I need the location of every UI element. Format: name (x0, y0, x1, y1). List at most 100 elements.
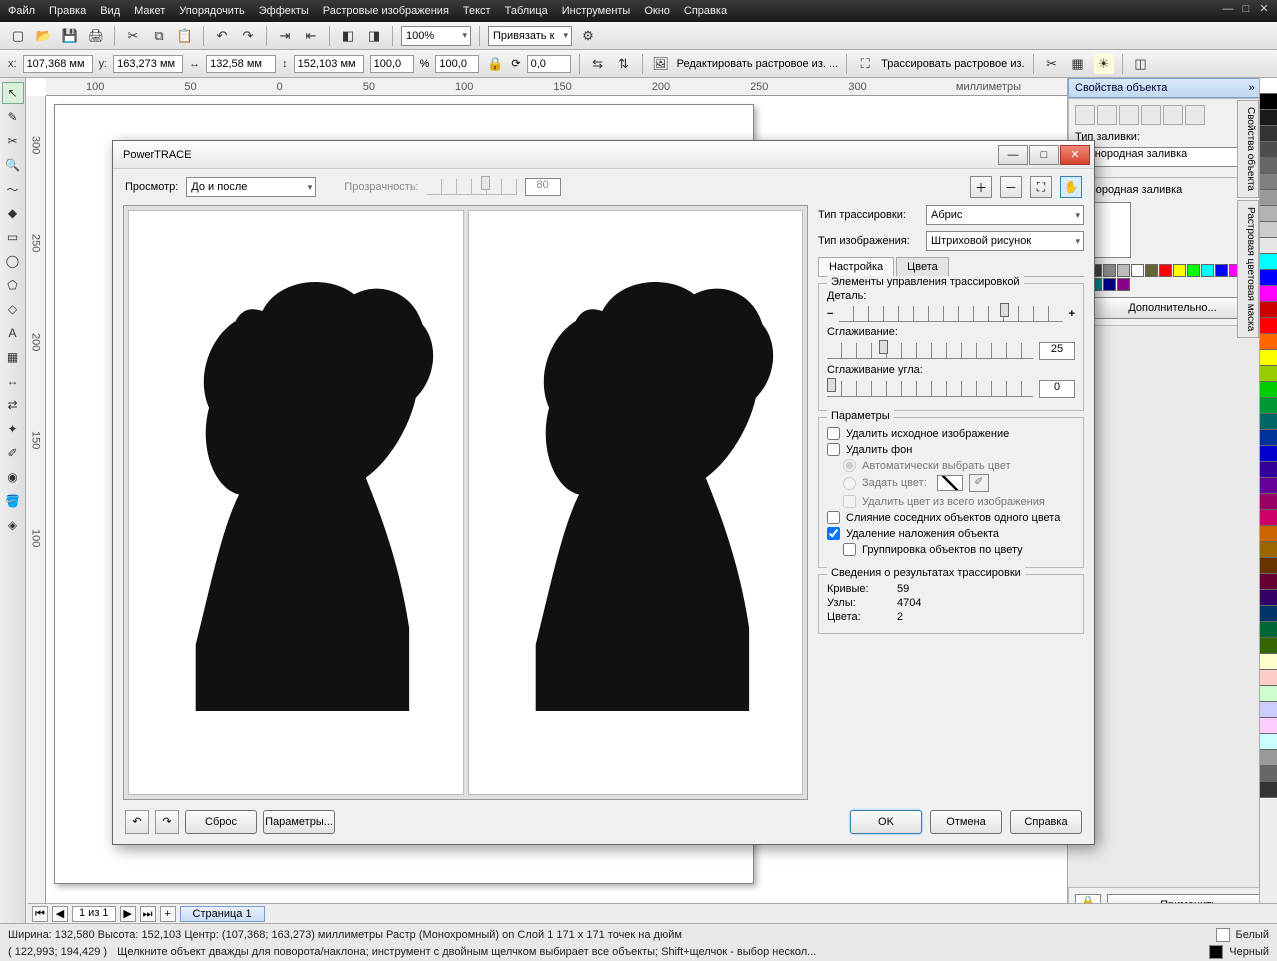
menu-help[interactable]: Справка (684, 5, 727, 17)
palette-color[interactable] (1260, 318, 1277, 334)
page-prev-icon[interactable]: ◀ (52, 906, 68, 922)
swatch[interactable] (1103, 264, 1116, 277)
palette-color[interactable] (1260, 126, 1277, 142)
welcome-icon[interactable]: ◨ (364, 26, 384, 46)
palette-color[interactable] (1260, 542, 1277, 558)
palette-color[interactable] (1260, 94, 1277, 110)
corner-slider[interactable] (827, 381, 1033, 397)
menu-layout[interactable]: Макет (134, 5, 165, 17)
swatch[interactable] (1187, 264, 1200, 277)
dialog-minimize-icon[interactable]: — (998, 145, 1028, 165)
detail-plus-icon[interactable]: + (1069, 308, 1075, 320)
save-icon[interactable]: 💾 (60, 26, 80, 46)
zoom-in-icon[interactable]: ＋ (970, 176, 992, 198)
palette-color[interactable] (1260, 366, 1277, 382)
palette-color[interactable] (1260, 670, 1277, 686)
palette-color[interactable] (1260, 430, 1277, 446)
palette-color[interactable] (1260, 526, 1277, 542)
table-tool[interactable]: ▦ (2, 346, 24, 368)
page-last-icon[interactable]: ⏭ (140, 906, 156, 922)
y-field[interactable]: 163,273 мм (113, 55, 183, 73)
crop-icon[interactable]: ✂ (1042, 54, 1062, 74)
detail-slider[interactable] (839, 306, 1062, 322)
palette-color[interactable] (1260, 78, 1277, 94)
cancel-button[interactable]: Отмена (930, 810, 1002, 834)
palette-color[interactable] (1260, 782, 1277, 798)
options-icon[interactable]: ⚙ (578, 26, 598, 46)
docker-tab-object-props[interactable]: Свойства объекта (1237, 100, 1259, 198)
palette-color[interactable] (1260, 590, 1277, 606)
palette-color[interactable] (1260, 142, 1277, 158)
ok-button[interactable]: OK (850, 810, 922, 834)
dialog-title-bar[interactable]: PowerTRACE (113, 141, 1094, 169)
print-icon[interactable]: 🖨 (86, 26, 106, 46)
menu-tools[interactable]: Инструменты (562, 5, 631, 17)
image-type-combo[interactable]: Штриховой рисунок (926, 231, 1084, 251)
rectangle-tool[interactable]: ▭ (2, 226, 24, 248)
palette-color[interactable] (1260, 478, 1277, 494)
palette-color[interactable] (1260, 238, 1277, 254)
swatch[interactable] (1159, 264, 1172, 277)
app-launch-icon[interactable]: ◧ (338, 26, 358, 46)
mirror-h-icon[interactable]: ⇆ (588, 54, 608, 74)
text-tool[interactable]: A (2, 322, 24, 344)
options-button[interactable]: Параметры... (263, 810, 335, 834)
palette-color[interactable] (1260, 510, 1277, 526)
opt-merge-adjacent[interactable]: Слияние соседних объектов одного цвета (827, 511, 1075, 524)
paste-icon[interactable]: 📋 (175, 26, 195, 46)
page-first-icon[interactable]: ⏮ (32, 906, 48, 922)
menu-edit[interactable]: Правка (49, 5, 86, 17)
corner-value[interactable]: 0 (1039, 380, 1075, 398)
menu-file[interactable]: Файл (8, 5, 35, 17)
resample-icon[interactable]: ▦ (1068, 54, 1088, 74)
x-field[interactable]: 107,368 мм (23, 55, 93, 73)
eyedropper-tool[interactable]: ✐ (2, 442, 24, 464)
preview-after[interactable] (468, 210, 804, 795)
copy-icon[interactable]: ⧉ (149, 26, 169, 46)
palette-color[interactable] (1260, 558, 1277, 574)
palette-color[interactable] (1260, 270, 1277, 286)
menu-arrange[interactable]: Упорядочить (179, 5, 244, 17)
edit-bitmap-icon[interactable]: 🖼 (651, 54, 671, 74)
basic-shapes-tool[interactable]: ◇ (2, 298, 24, 320)
pan-icon[interactable]: ✋ (1060, 176, 1082, 198)
undo-button[interactable]: ↶ (125, 810, 149, 834)
zoom-out-icon[interactable]: － (1000, 176, 1022, 198)
scale-x-field[interactable]: 100,0 (370, 55, 414, 73)
redo-icon[interactable]: ↷ (238, 26, 258, 46)
brightness-icon[interactable]: ☀ (1094, 54, 1114, 74)
palette-color[interactable] (1260, 174, 1277, 190)
menu-bitmaps[interactable]: Растровые изображения (323, 5, 449, 17)
menu-effects[interactable]: Эффекты (259, 5, 309, 17)
dialog-maximize-icon[interactable]: □ (1029, 145, 1059, 165)
swatch[interactable] (1131, 264, 1144, 277)
docker-tab-bitmap-mask[interactable]: Растровая цветовая маска (1237, 200, 1259, 338)
swatch[interactable] (1117, 264, 1130, 277)
opt-delete-original[interactable]: Удалить исходное изображение (827, 427, 1075, 440)
swatch[interactable] (1103, 278, 1116, 291)
outline-tool[interactable]: ◉ (2, 466, 24, 488)
export-icon[interactable]: ⇤ (301, 26, 321, 46)
freehand-tool[interactable]: ～ (2, 178, 24, 200)
palette-color[interactable] (1260, 382, 1277, 398)
palette-color[interactable] (1260, 110, 1277, 126)
palette-color[interactable] (1260, 350, 1277, 366)
cut-icon[interactable]: ✂ (123, 26, 143, 46)
opt-remove-bg[interactable]: Удалить фон (827, 443, 1075, 456)
palette-color[interactable] (1260, 750, 1277, 766)
palette-color[interactable] (1260, 414, 1277, 430)
trace-bitmap-btn[interactable]: Трассировать растровое из. (881, 58, 1024, 70)
palette-color[interactable] (1260, 638, 1277, 654)
object-properties-header[interactable]: Свойства объекта » ✕ (1068, 78, 1277, 98)
pick-tool[interactable]: ↖ (2, 82, 24, 104)
page-next-icon[interactable]: ▶ (120, 906, 136, 922)
smoothing-slider[interactable] (827, 343, 1033, 359)
opt-remove-overlap[interactable]: Удаление наложения объекта (827, 527, 1075, 540)
scale-y-field[interactable]: 100,0 (435, 55, 479, 73)
crop-tool[interactable]: ✂ (2, 130, 24, 152)
width-field[interactable]: 132,58 мм (206, 55, 276, 73)
palette-color[interactable] (1260, 654, 1277, 670)
palette-color[interactable] (1260, 158, 1277, 174)
undo-icon[interactable]: ↶ (212, 26, 232, 46)
reset-button[interactable]: Сброс (185, 810, 257, 834)
